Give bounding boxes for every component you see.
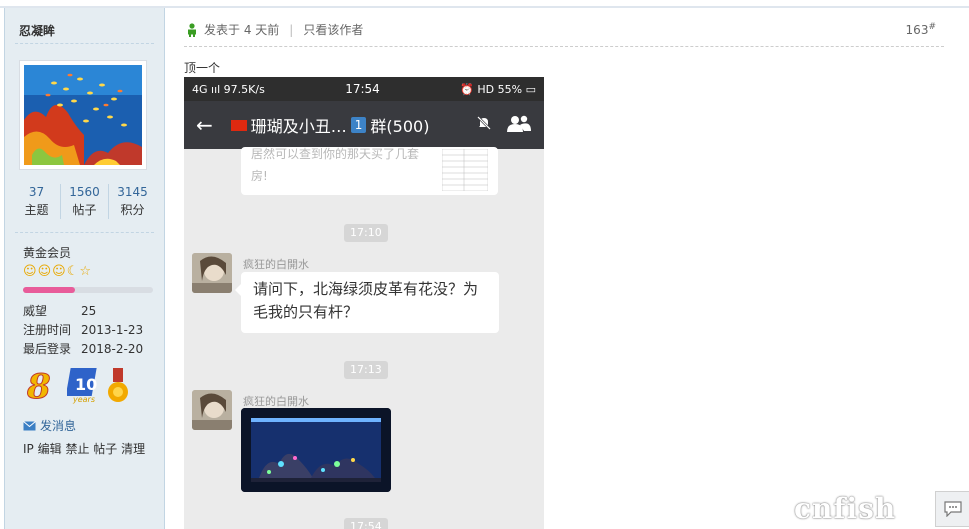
info-row-register: 注册时间 2013-1-23 — [23, 321, 143, 340]
chat-badge: 1 — [350, 117, 367, 133]
status-network: 4G ııl 97.5K/s — [192, 82, 265, 96]
info-row-prestige: 威望 25 — [23, 302, 143, 321]
author-info: 威望 25 注册时间 2013-1-23 最后登录 2018-2-20 — [23, 302, 143, 359]
sender-avatar — [192, 253, 232, 293]
level-progress-bar — [23, 287, 153, 293]
medals: 8 10 years — [25, 366, 129, 404]
aquarium-photo[interactable] — [241, 408, 391, 492]
chat-screenshot-image[interactable]: 4G ııl 97.5K/s 17:54 ⏰ HD 55% ▭ ← 珊瑚及小丑…… — [184, 77, 544, 529]
stat-topics-num: 37 — [28, 185, 45, 199]
stat-posts-label: 帖子 — [72, 203, 97, 217]
admin-edit-link[interactable]: 编辑 — [38, 442, 62, 456]
medal-10-years-icon[interactable]: 10 years — [67, 366, 101, 404]
author-sidebar: 忍凝眸 37 主题 1560 帖子 3145 积分 黄金会员 ☺ ☺ ☺ ☾ ☆… — [4, 8, 165, 529]
info-key: 最后登录 — [23, 342, 72, 356]
coral-reef-avatar-image — [24, 65, 142, 165]
sender-avatar — [192, 390, 232, 430]
mute-bell-icon — [476, 115, 492, 135]
sender-nickname: 疯狂的白開水 — [243, 258, 309, 271]
status-right: ⏰ HD 55% ▭ — [460, 83, 536, 96]
post-floor-number[interactable]: 163# — [906, 22, 936, 37]
stat-points-label: 积分 — [120, 203, 145, 217]
svg-text:years: years — [72, 395, 95, 404]
level-icons: ☺ ☺ ☺ ☾ ☆ — [23, 264, 91, 280]
info-value: 2013-1-23 — [81, 323, 144, 337]
sun-icon: ☺ — [37, 264, 52, 279]
user-group[interactable]: 黄金会员 — [23, 244, 71, 261]
send-message-link[interactable]: 发消息 — [23, 417, 76, 434]
sender-nickname: 疯狂的白開水 — [243, 395, 309, 408]
author-stats: 37 主题 1560 帖子 3145 积分 — [13, 184, 156, 219]
info-key: 威望 — [23, 304, 48, 318]
level-progress-fill — [23, 287, 75, 293]
chat-title-text: 珊瑚及小丑… — [250, 117, 347, 136]
status-battery-text: HD 55% — [477, 82, 523, 96]
admin-ip-link[interactable]: IP — [23, 442, 34, 456]
comment-icon — [944, 501, 962, 517]
stat-posts[interactable]: 1560 帖子 — [61, 184, 109, 219]
chat-nav-bar: ← 珊瑚及小丑… 1 群(500) — [184, 101, 544, 149]
divider — [15, 43, 154, 44]
sun-icon: ☺ — [52, 264, 66, 279]
info-row-lastlogin: 最后登录 2018-2-20 — [23, 340, 143, 359]
moon-icon: ☾ — [66, 264, 79, 279]
chat-time-divider: 17:10 — [344, 224, 388, 242]
post-text: 顶一个 — [184, 61, 221, 75]
post-header: 发表于 4 天前 | 只看该作者 163# — [184, 18, 944, 47]
china-flag-icon — [230, 119, 247, 131]
info-value: 25 — [81, 304, 97, 318]
bubble-faint-text: 居然可以查到你的那天买了几套房! — [251, 147, 420, 183]
alarm-icon: ⏰ — [460, 82, 474, 96]
stat-topics[interactable]: 37 主题 — [13, 184, 61, 219]
sun-icon: ☺ — [23, 264, 37, 279]
status-time: 17:54 — [345, 82, 380, 96]
online-user-icon — [188, 22, 196, 37]
separator: | — [289, 22, 294, 37]
medal-8-icon[interactable]: 8 — [25, 368, 61, 404]
floor-num: 163 — [905, 23, 929, 37]
chat-group-count: 群(500) — [370, 117, 430, 136]
stat-posts-num: 1560 — [69, 185, 100, 199]
send-message-label: 发消息 — [40, 419, 77, 433]
group-members-icon — [506, 114, 532, 136]
only-author-link[interactable]: 只看该作者 — [303, 21, 363, 38]
chat-bubble-previous: 居然可以查到你的那天买了几套房! — [241, 147, 498, 195]
envelope-icon — [23, 420, 36, 430]
floor-suffix: # — [928, 22, 936, 32]
admin-posts-link[interactable]: 帖子 — [93, 442, 117, 456]
phone-status-bar: 4G ııl 97.5K/s 17:54 ⏰ HD 55% ▭ — [184, 77, 544, 101]
stat-topics-label: 主题 — [24, 203, 49, 217]
star-icon: ☆ — [79, 264, 91, 279]
svg-text:10: 10 — [75, 375, 97, 394]
chat-message-bubble: 请问下，北海绿须皮革有花没？为毛我的只有杆？ — [235, 272, 499, 333]
admin-ban-link[interactable]: 禁止 — [65, 442, 89, 456]
divider — [15, 232, 154, 233]
site-watermark: cnfish — [794, 492, 897, 525]
battery-icon: ▭ — [525, 82, 536, 96]
author-name[interactable]: 忍凝眸 — [19, 22, 55, 39]
medal-star-icon[interactable] — [107, 368, 129, 404]
stat-points-num: 3145 — [117, 185, 148, 199]
spreadsheet-thumbnail — [442, 149, 488, 191]
svg-text:8: 8 — [26, 368, 51, 404]
quick-reply-button[interactable] — [935, 491, 969, 527]
author-avatar[interactable] — [19, 60, 147, 170]
top-border — [0, 0, 969, 8]
stat-points[interactable]: 3145 积分 — [109, 184, 156, 219]
back-arrow-icon: ← — [196, 113, 213, 137]
info-value: 2018-2-20 — [81, 342, 144, 356]
post-time: 发表于 4 天前 — [204, 23, 280, 37]
post-meta: 发表于 4 天前 | 只看该作者 — [186, 21, 363, 38]
chat-time-divider: 17:54 — [344, 518, 388, 529]
admin-clean-link[interactable]: 清理 — [121, 442, 145, 456]
chat-title: 珊瑚及小丑… 1 群(500) — [230, 113, 462, 137]
chat-time-divider: 17:13 — [344, 361, 388, 379]
info-key: 注册时间 — [23, 323, 72, 337]
admin-links: IP 编辑 禁止 帖子 清理 — [23, 440, 145, 457]
